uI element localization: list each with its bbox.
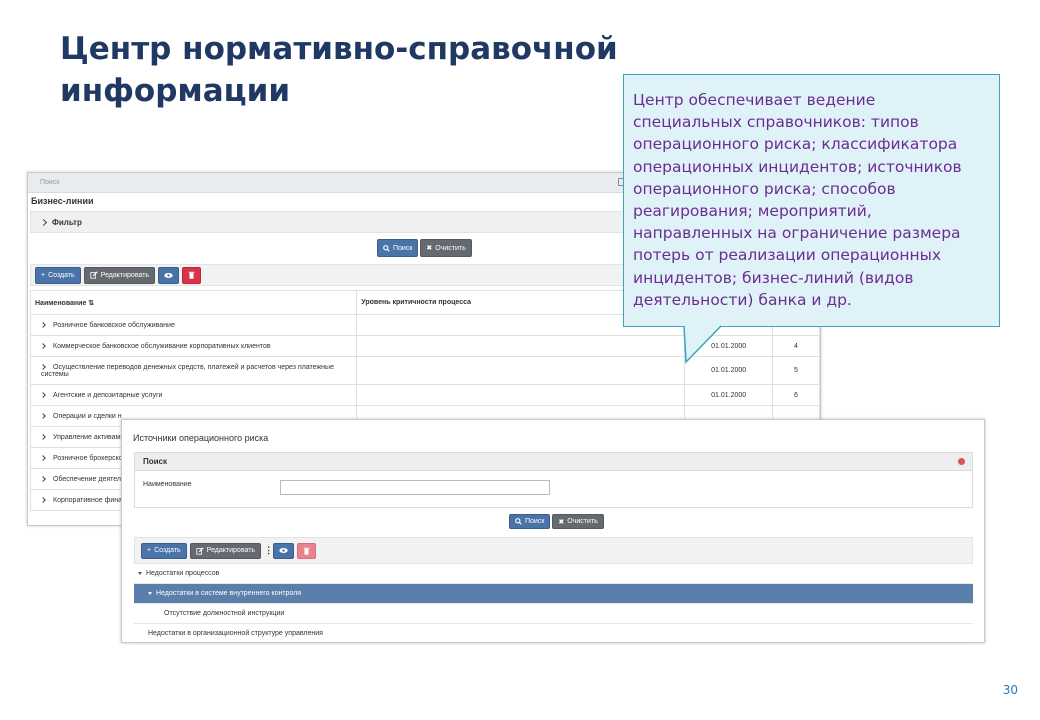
row-level-cell — [356, 356, 686, 385]
row-name: Корпоративное фина — [53, 496, 123, 504]
risk-sources-screenshot: Источники операционного риска Поиск Наим… — [121, 419, 985, 644]
edit-button[interactable]: Редактировать — [83, 266, 156, 284]
row-name: Розничное банковское обслуживание — [53, 321, 175, 329]
row-name: Розничное брокерско — [53, 454, 123, 462]
row-name-cell: Розничное банковское обслуживание — [29, 314, 358, 336]
clear-button-label: Очистить — [567, 518, 598, 525]
page-number: 30 — [1002, 683, 1018, 697]
tree-node[interactable]: Недостатки процессов — [134, 564, 973, 584]
tree-node[interactable]: Недостатки в организационной структуре у… — [134, 624, 973, 644]
chevron-right-icon[interactable] — [40, 391, 46, 398]
row-num: 4 — [771, 335, 820, 357]
clear-button-label: Очистить — [435, 244, 466, 252]
row-name: Операции и сделки н — [53, 412, 122, 420]
name-field-label: Наименование — [143, 481, 192, 488]
row-name: Осуществление переводов денежных средств… — [41, 363, 334, 378]
toolbar: + Создать Редактировать ⋮ — [134, 537, 973, 564]
row-num: 6 — [771, 384, 820, 406]
row-name-cell: Агентские и депозитарные услуги — [29, 384, 358, 406]
view-button[interactable] — [158, 266, 180, 284]
edit-icon — [196, 546, 204, 555]
eye-icon — [164, 272, 173, 278]
chevron-right-icon — [39, 218, 48, 226]
edit-button-label: Редактировать — [100, 271, 150, 279]
close-circle-icon[interactable] — [958, 458, 965, 465]
search-button-label: Поиск — [393, 244, 413, 252]
search-panel: Поиск Наименование — [134, 452, 973, 508]
chevron-right-icon[interactable] — [40, 454, 46, 461]
toolbar: + Создать Редактировать — [30, 264, 650, 286]
row-num: 5 — [771, 356, 820, 385]
plus-icon: + — [147, 547, 152, 554]
chevron-right-icon[interactable] — [40, 412, 46, 419]
close-icon: ✖ — [558, 518, 565, 526]
filter-label: Фильтр — [52, 217, 82, 227]
caret-down-icon[interactable] — [148, 592, 152, 595]
chevron-right-icon[interactable] — [40, 433, 46, 440]
name-input[interactable] — [280, 480, 550, 495]
edit-button-label: Редактировать — [206, 547, 256, 554]
caret-down-icon[interactable] — [138, 572, 142, 575]
column-header-name[interactable]: Наименование ⇅ — [29, 290, 358, 315]
callout-box: Центр обеспечивает ведение специальных с… — [623, 74, 1000, 327]
plus-icon: + — [41, 271, 46, 279]
close-icon: ✖ — [426, 245, 433, 252]
search-buttons: Поиск ✖ Очистить — [377, 239, 472, 257]
tree-node-label: Недостатки в организационной структуре у… — [148, 630, 323, 637]
search-button-label: Поиск — [525, 518, 545, 525]
trash-icon — [303, 547, 310, 555]
table-row[interactable]: Агентские и депозитарные услуги 01.01.20… — [29, 384, 820, 406]
row-name: Управление активами — [53, 433, 125, 441]
chevron-right-icon[interactable] — [40, 475, 46, 482]
tree-node-label: Отсутствие должностной инструкции — [164, 610, 285, 617]
slide-title: Центр нормативно-справочной информации — [60, 31, 618, 109]
tree-node-label: Недостатки процессов — [146, 570, 220, 577]
edit-icon — [90, 271, 98, 279]
risk-sources-title: Источники операционного риска — [133, 433, 269, 443]
delete-button[interactable] — [182, 266, 202, 284]
create-button[interactable]: + Создать — [35, 266, 81, 284]
chevron-right-icon[interactable] — [40, 363, 46, 370]
clear-button[interactable]: ✖ Очистить — [552, 514, 604, 529]
top-search-caption: Поиск — [40, 179, 60, 186]
row-name-cell: Осуществление переводов денежных средств… — [29, 356, 358, 385]
create-button-label: Создать — [48, 271, 75, 279]
chevron-right-icon[interactable] — [40, 342, 46, 349]
chevron-right-icon[interactable] — [40, 496, 46, 503]
row-name: Обеспечение деятель — [53, 475, 125, 483]
more-options-icon[interactable]: ⋮ — [264, 545, 273, 556]
search-buttons: Поиск ✖ Очистить — [509, 514, 604, 529]
create-button[interactable]: + Создать — [141, 542, 187, 559]
callout-tail — [683, 325, 722, 364]
create-button-label: Создать — [154, 547, 181, 554]
search-icon — [515, 518, 522, 525]
tree-node[interactable]: Отсутствие должностной инструкции — [134, 604, 973, 624]
row-level-cell — [356, 335, 686, 357]
search-panel-header: Поиск — [135, 453, 972, 471]
row-date: 01.01.2000 — [684, 384, 773, 406]
row-name: Коммерческое банковское обслуживание кор… — [53, 342, 271, 350]
tree-node-selected[interactable]: Недостатки в системе внутреннего контрол… — [134, 584, 973, 604]
search-icon — [383, 244, 390, 252]
chevron-right-icon[interactable] — [40, 321, 46, 328]
search-button[interactable]: Поиск — [377, 239, 419, 257]
tree-node-label: Недостатки в системе внутреннего контрол… — [156, 590, 302, 597]
edit-button[interactable]: Редактировать — [189, 542, 262, 559]
clear-button[interactable]: ✖ Очистить — [420, 239, 472, 257]
trash-icon — [188, 271, 195, 279]
search-button[interactable]: Поиск — [509, 514, 551, 529]
delete-button[interactable] — [297, 542, 317, 559]
row-name: Агентские и депозитарные услуги — [53, 391, 163, 399]
row-level-cell — [356, 384, 686, 406]
row-name-cell: Коммерческое банковское обслуживание кор… — [29, 335, 358, 357]
eye-icon — [279, 548, 288, 553]
view-button[interactable] — [273, 542, 295, 559]
risk-sources-tree: Недостатки процессов Недостатки в систем… — [134, 564, 973, 644]
search-panel-title: Поиск — [143, 457, 168, 466]
